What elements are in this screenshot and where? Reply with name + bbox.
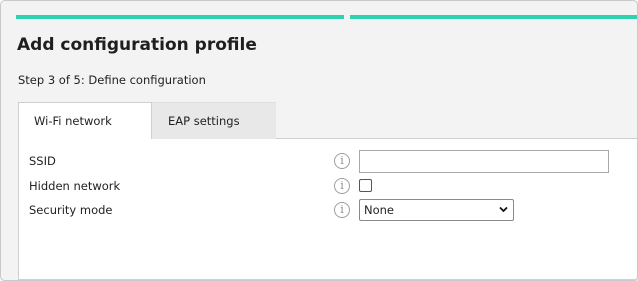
info-icon[interactable]: i xyxy=(334,202,350,218)
page-title: Add configuration profile xyxy=(17,35,257,55)
step-indicator: Step 3 of 5: Define configuration xyxy=(18,73,206,87)
hidden-network-label: Hidden network xyxy=(29,179,121,193)
security-mode-select[interactable]: None xyxy=(359,199,514,221)
info-icon[interactable]: i xyxy=(334,178,350,194)
wizard-window: Add configuration profile Step 3 of 5: D… xyxy=(0,0,638,281)
hidden-network-checkbox[interactable] xyxy=(359,179,372,192)
ssid-label: SSID xyxy=(29,154,56,168)
info-icon[interactable]: i xyxy=(334,153,350,169)
progress-segment-2 xyxy=(350,15,637,19)
tab-wifi-network[interactable]: Wi-Fi network xyxy=(18,102,152,139)
wizard-progress xyxy=(16,15,637,19)
security-mode-value: None xyxy=(364,203,395,217)
security-mode-label: Security mode xyxy=(29,203,113,217)
progress-segment-1 xyxy=(16,15,344,19)
ssid-input[interactable] xyxy=(359,150,609,173)
tab-eap-settings[interactable]: EAP settings xyxy=(152,102,276,139)
chevron-down-icon xyxy=(499,206,508,213)
